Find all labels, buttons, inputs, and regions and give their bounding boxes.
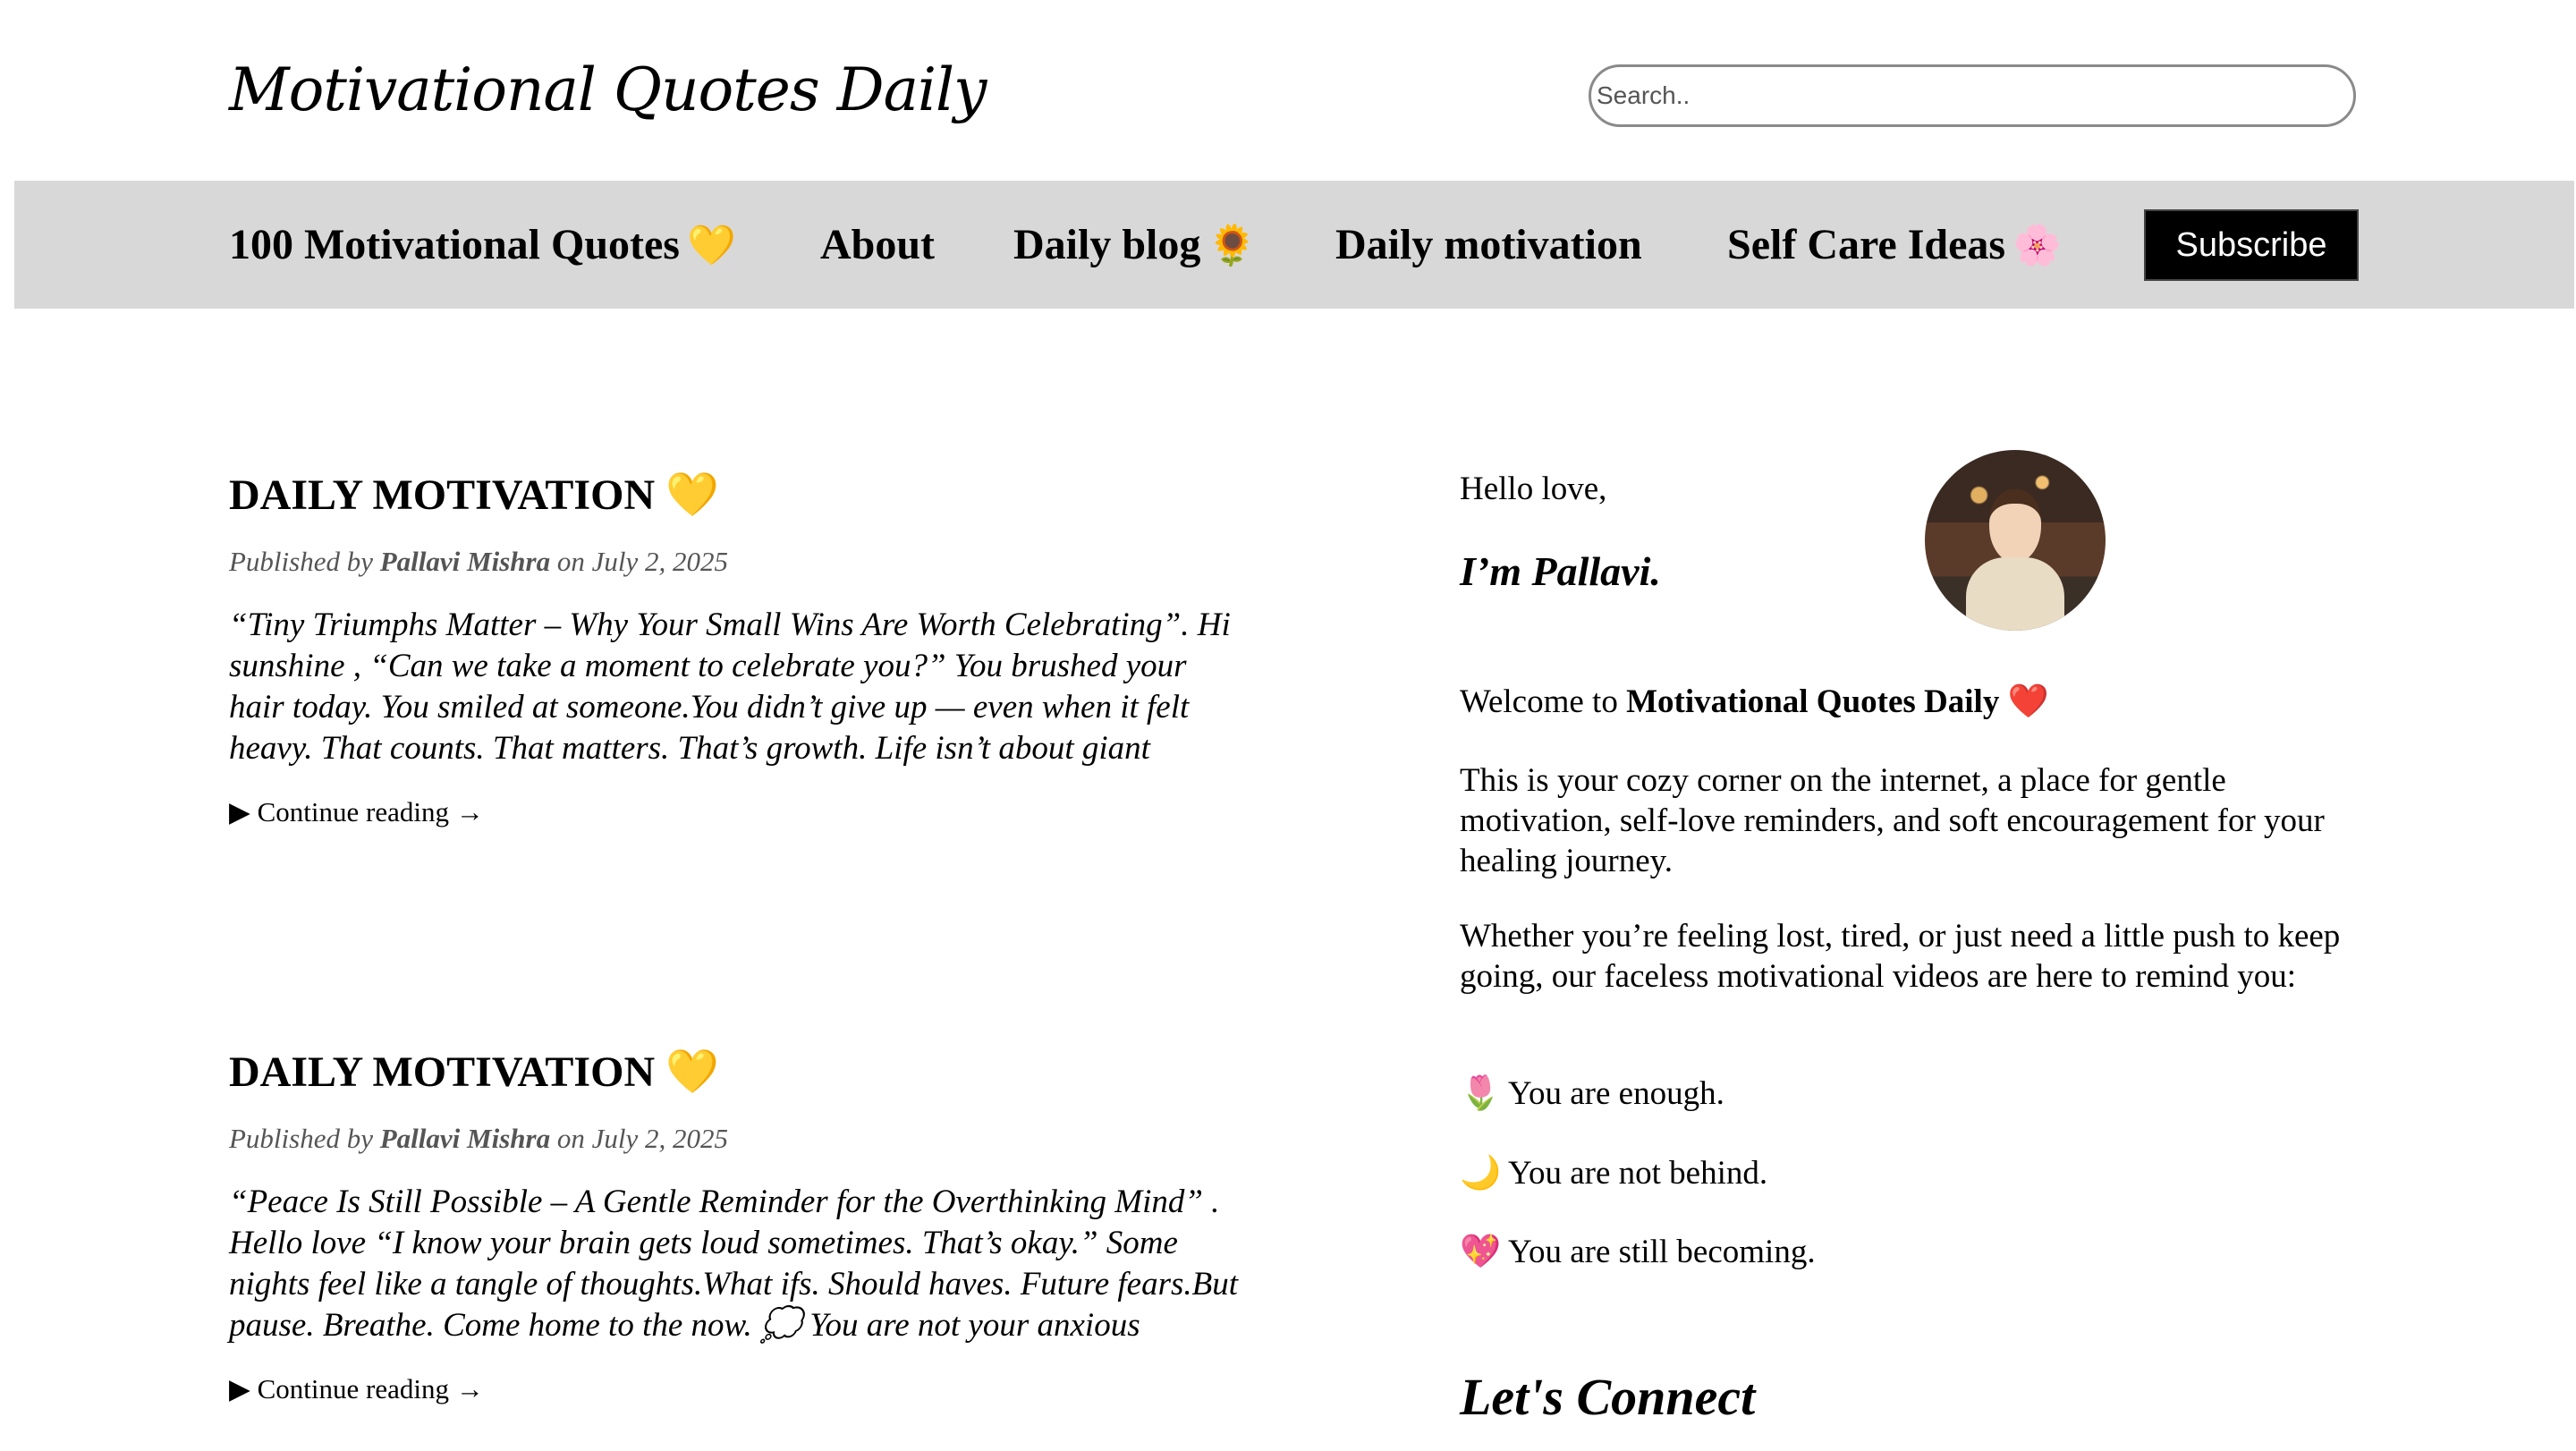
welcome-site-name: Motivational Quotes Daily <box>1626 683 2000 720</box>
post-author[interactable]: Pallavi Mishra <box>380 546 550 577</box>
affirmation-text: You are not behind. <box>1507 1155 1768 1192</box>
continue-reading-toggle[interactable]: ▶ Continue reading → <box>229 1373 1240 1405</box>
nav-item-label: About <box>820 221 936 268</box>
main-nav: 100 Motivational Quotes 💛 About Daily blo… <box>14 181 2574 309</box>
tulip-icon: 🌷 <box>1460 1075 1502 1112</box>
post-date: July 2, 2025 <box>591 546 728 577</box>
yellow-heart-icon: 💛 <box>686 224 736 267</box>
lets-connect-heading: Let's Connect <box>1460 1368 1756 1426</box>
published-label: Published by <box>229 546 373 577</box>
moon-icon: 🌙 <box>1460 1155 1502 1192</box>
intro-paragraph: This is your cozy corner on the internet… <box>1460 762 2325 879</box>
post-date: July 2, 2025 <box>591 1123 728 1154</box>
affirmation-item: 🌷 You are enough. <box>1460 1073 2363 1114</box>
nav-item-about[interactable]: About <box>820 216 935 274</box>
date-prefix: on <box>556 546 585 577</box>
nav-item-label: Self Care Ideas <box>1727 221 2006 268</box>
post-meta: Published by Pallavi Mishra on July 2, 2… <box>229 1123 1240 1155</box>
published-label: Published by <box>229 1123 373 1154</box>
post-title[interactable]: DAILY MOTIVATION 💛 <box>229 467 1240 524</box>
sidebar-name: I’m Pallavi. <box>1460 548 1661 594</box>
blossom-icon: 🌸 <box>2012 224 2062 267</box>
nav-item-label: Daily motivation <box>1335 221 1642 268</box>
nav-item-self-care-ideas[interactable]: Self Care Ideas 🌸 <box>1727 216 2062 275</box>
date-prefix: on <box>556 1123 585 1154</box>
nav-item-label: Daily blog <box>1013 221 1201 268</box>
red-heart-icon: ❤️ <box>2007 683 2049 720</box>
motivation-paragraph: Whether you’re feeling lost, tired, or j… <box>1460 918 2341 995</box>
affirmation-text: You are enough. <box>1507 1075 1724 1112</box>
sunflower-icon: 🌻 <box>1208 224 1258 267</box>
affirmation-text: You are still becoming. <box>1507 1234 1816 1270</box>
sparkling-heart-icon: 💖 <box>1460 1234 1502 1270</box>
affirmation-item: 💖 You are still becoming. <box>1460 1232 2363 1272</box>
subscribe-button[interactable]: Subscribe <box>2144 209 2359 281</box>
site-title[interactable]: Motivational Quotes Daily <box>229 55 987 124</box>
author-avatar <box>1925 450 2106 631</box>
post-author[interactable]: Pallavi Mishra <box>380 1123 550 1154</box>
search-input[interactable] <box>1589 64 2356 127</box>
welcome-prefix: Welcome to <box>1460 683 1618 720</box>
nav-item-daily-blog[interactable]: Daily blog 🌻 <box>1013 216 1257 275</box>
affirmation-item: 🌙 You are not behind. <box>1460 1153 2363 1193</box>
nav-item-label: 100 Motivational Quotes <box>229 221 680 268</box>
post-title[interactable]: DAILY MOTIVATION 💛 <box>229 1044 1240 1101</box>
post-card: DAILY MOTIVATION 💛 Published by Pallavi … <box>229 1044 1240 1405</box>
continue-reading-toggle[interactable]: ▶ Continue reading → <box>229 796 1240 828</box>
sidebar-greeting: Hello love, <box>1460 471 1607 507</box>
post-card: DAILY MOTIVATION 💛 Published by Pallavi … <box>229 467 1240 828</box>
welcome-line: Welcome to Motivational Quotes Daily ❤️ <box>1460 682 2363 722</box>
nav-item-daily-motivation[interactable]: Daily motivation <box>1335 216 1642 274</box>
post-excerpt: “Tiny Triumphs Matter – Why Your Small W… <box>229 607 1231 767</box>
post-meta: Published by Pallavi Mishra on July 2, 2… <box>229 546 1240 578</box>
post-excerpt: “Peace Is Still Possible – A Gentle Remi… <box>229 1184 1239 1344</box>
nav-item-100-motivational-quotes[interactable]: 100 Motivational Quotes 💛 <box>229 216 736 275</box>
